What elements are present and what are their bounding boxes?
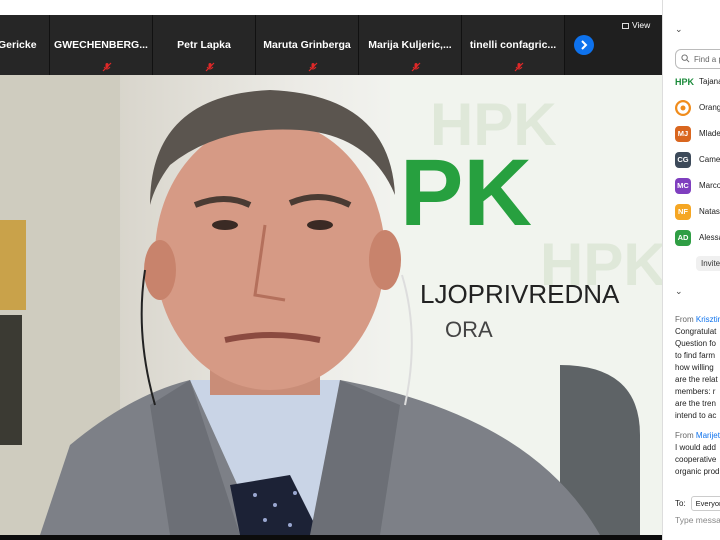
avatar: MJ xyxy=(675,126,691,142)
participant-item[interactable]: NF Natas xyxy=(675,204,720,220)
participant-search-input[interactable]: Find a p xyxy=(675,49,720,69)
orange-logo-icon xyxy=(675,100,691,116)
avatar: AD xyxy=(675,230,691,246)
to-label: To: xyxy=(675,499,686,508)
participant-name: Natas xyxy=(699,207,720,216)
thumbnail-name: Petr Lapka xyxy=(177,39,231,51)
chat-text-line: Congratulat xyxy=(675,327,717,336)
side-panel: ⌄ Find a p HPK Tajana Orang MJ Mlade CG … xyxy=(662,0,720,540)
chat-text-line: organic prod xyxy=(675,467,720,476)
muted-mic-icon xyxy=(308,62,318,72)
thumbnail[interactable]: Petr Lapka xyxy=(153,15,256,75)
chevron-down-icon[interactable]: ⌄ xyxy=(675,286,683,297)
search-icon xyxy=(681,54,690,63)
chat-from-prefix: From xyxy=(675,431,694,440)
thumbnail-name: Maruta Grinberga xyxy=(263,39,351,51)
chat-text-line: Question fo xyxy=(675,339,716,348)
muted-mic-icon xyxy=(205,62,215,72)
participant-name: Orang xyxy=(699,103,720,112)
chat-text-line: how willing xyxy=(675,363,714,372)
participant-item[interactable]: MJ Mlade xyxy=(675,126,720,142)
banner-org-line2: ORA xyxy=(445,317,493,342)
chat-text-line: I would add xyxy=(675,443,716,452)
thumbnail[interactable]: Marija Kuljeric,... xyxy=(359,15,462,75)
chat-from-prefix: From xyxy=(675,315,694,324)
grid-icon xyxy=(622,23,629,29)
chat-text-line: members: r xyxy=(675,387,716,396)
active-speaker-video: HPK HPK PK LJOPRIVREDNA ORA xyxy=(0,75,662,535)
participant-name: Mlade xyxy=(699,129,720,138)
participant-name: Marco xyxy=(699,181,720,190)
participant-item[interactable]: AD Alessa xyxy=(675,230,720,246)
speaker-video-frame: HPK HPK PK LJOPRIVREDNA ORA xyxy=(0,75,662,535)
participant-name: Came xyxy=(699,155,720,164)
view-button[interactable]: View xyxy=(622,20,650,30)
chat-text-line: cooperative xyxy=(675,455,717,464)
avatar: MC xyxy=(675,178,691,194)
avatar: HPK xyxy=(675,77,695,87)
participant-item[interactable]: HPK Tajana xyxy=(675,74,720,90)
window-top-strip xyxy=(0,0,662,15)
view-label: View xyxy=(632,20,651,30)
chat-message-input[interactable]: Type message xyxy=(675,515,720,525)
participant-name: Tajana xyxy=(699,77,720,86)
avatar: NF xyxy=(675,204,691,220)
thumbnail[interactable]: Maruta Grinberga xyxy=(256,15,359,75)
thumbnail[interactable]: tinelli confagric... xyxy=(462,15,565,75)
thumbnail-name: Marija Kuljeric,... xyxy=(368,39,452,51)
thumbnail-name: GWECHENBERG... xyxy=(54,39,148,51)
muted-mic-icon xyxy=(411,62,421,72)
chat-text-line: are the tren xyxy=(675,399,716,408)
video-area: Gericke GWECHENBERG... Petr Lapka Maruta… xyxy=(0,0,662,540)
bottom-strip xyxy=(0,535,662,540)
chat-text-line: intend to ac xyxy=(675,411,717,420)
thumbnail[interactable]: Gericke xyxy=(0,15,50,75)
chat-from-line: From Krisztin xyxy=(675,315,720,324)
invite-button[interactable]: Invite xyxy=(696,256,720,271)
participant-item[interactable]: MC Marco xyxy=(675,178,720,194)
chat-sender[interactable]: Krisztin xyxy=(696,315,720,324)
chevron-down-icon[interactable]: ⌄ xyxy=(675,24,683,35)
muted-mic-icon xyxy=(102,62,112,72)
chat-from-line: From Marijeta xyxy=(675,431,720,440)
participant-item[interactable]: CG Came xyxy=(675,152,720,168)
chat-recipient-row: To: Everyone xyxy=(675,496,720,511)
participant-thumbnail-strip: Gericke GWECHENBERG... Petr Lapka Maruta… xyxy=(0,15,662,75)
banner-logo-text: PK xyxy=(400,140,532,246)
recipient-select[interactable]: Everyone xyxy=(690,496,720,511)
participant-item[interactable]: Orang xyxy=(675,100,720,116)
search-placeholder: Find a p xyxy=(694,55,720,64)
thumbnail[interactable]: GWECHENBERG... xyxy=(50,15,153,75)
chevron-right-icon xyxy=(581,40,588,50)
thumbnail-name: Gericke xyxy=(0,39,37,51)
chat-sender[interactable]: Marijeta xyxy=(696,431,720,440)
participant-name: Alessa xyxy=(699,233,720,242)
banner-org-line1: LJOPRIVREDNA xyxy=(420,279,620,309)
thumbnail-name: tinelli confagric... xyxy=(469,39,557,51)
chat-text-line: are the relat xyxy=(675,375,718,384)
chat-text-line: to find farm xyxy=(675,351,716,360)
muted-mic-icon xyxy=(514,62,524,72)
next-page-button[interactable] xyxy=(574,35,594,55)
avatar: CG xyxy=(675,152,691,168)
